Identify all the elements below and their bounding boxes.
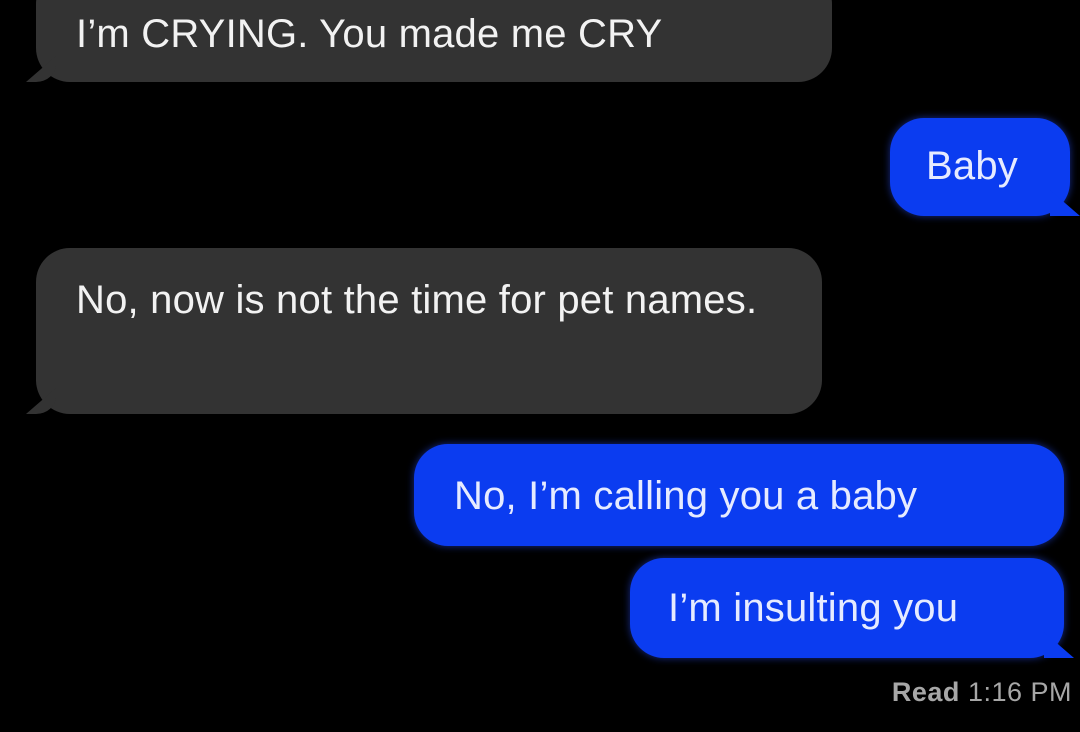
outgoing-message-bubble[interactable]: I’m insulting you — [630, 558, 1064, 658]
read-receipt: Read 1:16 PM — [892, 674, 1072, 710]
outgoing-message-bubble[interactable]: No, I’m calling you a baby — [414, 444, 1064, 546]
message-thread: I’m CRYING. You made me CRY Baby No, now… — [0, 0, 1080, 732]
read-receipt-time: 1:16 PM — [967, 677, 1072, 707]
incoming-message-bubble[interactable]: No, now is not the time for pet names. — [36, 248, 822, 414]
read-receipt-label: Read — [891, 677, 960, 707]
outgoing-message-bubble[interactable]: Baby — [890, 118, 1070, 216]
incoming-message-bubble[interactable]: I’m CRYING. You made me CRY — [36, 0, 832, 82]
